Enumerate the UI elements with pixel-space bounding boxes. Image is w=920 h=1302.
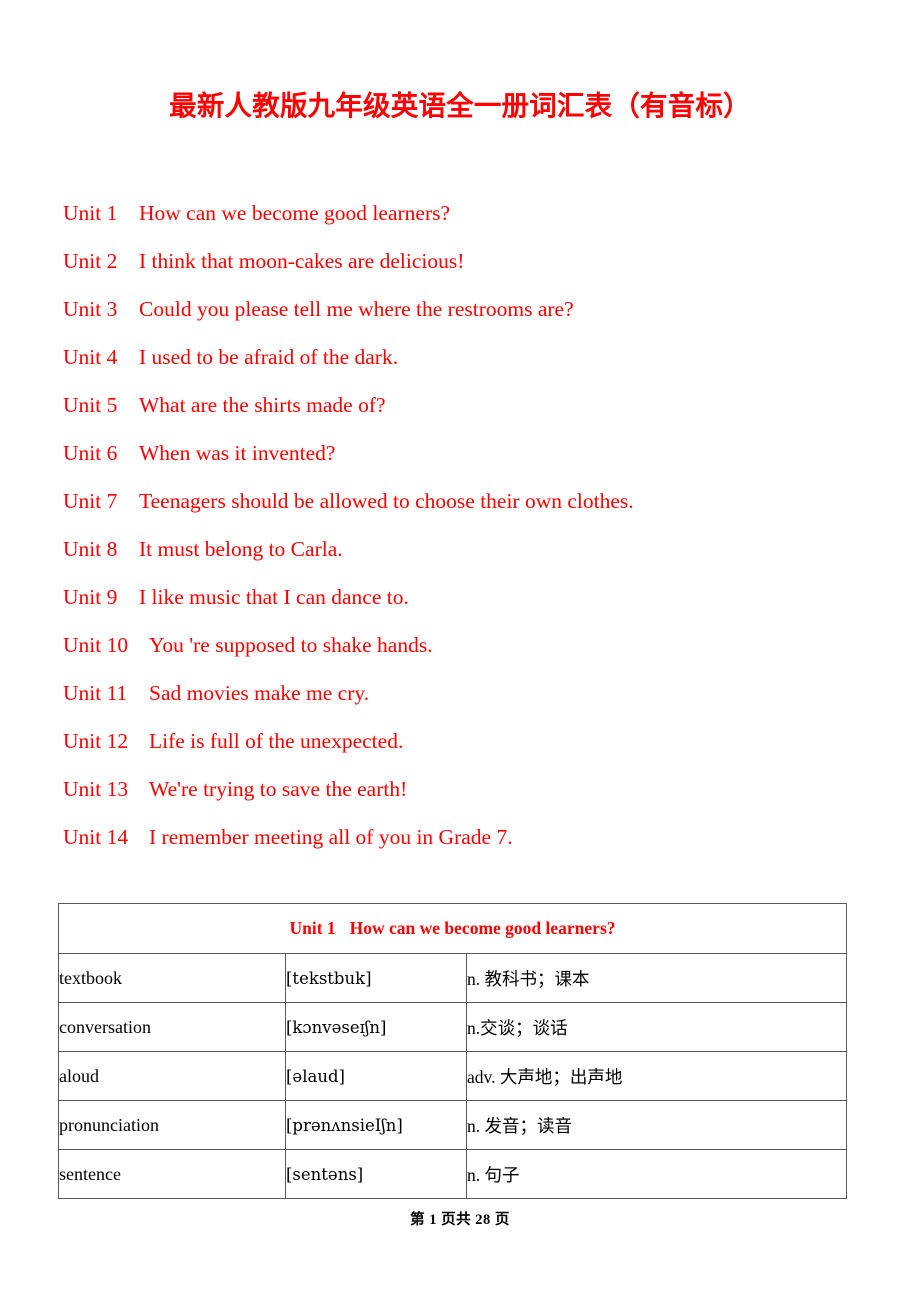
unit-label: Unit 9 <box>63 585 118 609</box>
unit-list-item: Unit 14 I remember meeting all of you in… <box>63 813 863 861</box>
unit-title: When was it invented? <box>139 441 336 465</box>
unit-label: Unit 3 <box>63 297 118 321</box>
table-header-cell: Unit 1 How can we become good learners? <box>58 903 847 954</box>
page-footer: 第 1 页共 28 页 <box>410 1212 510 1228</box>
definition-cell: n. 发音；读音 <box>466 1100 847 1150</box>
unit-title: Sad movies make me cry. <box>149 681 370 705</box>
vocabulary-table: Unit 1 How can we become good learners? t… <box>58 903 847 1199</box>
unit-list-item: Unit 6 When was it invented? <box>63 429 863 477</box>
unit-title: I used to be afraid of the dark. <box>139 345 399 369</box>
unit-label: Unit 1 <box>63 201 118 225</box>
unit-title: I think that moon-cakes are delicious! <box>139 249 465 273</box>
table-row: textbook [tekstbuk] n. 教科书；课本 <box>58 953 847 1003</box>
unit-list-item: Unit 5 What are the shirts made of? <box>63 381 863 429</box>
page-title: 最新人教版九年级英语全一册词汇表（有音标） <box>169 90 751 121</box>
phonetic-cell: [tekstbuk] <box>285 953 467 1003</box>
unit-list-item: Unit 9 I like music that I can dance to. <box>63 573 863 621</box>
word-cell: conversation <box>58 1002 286 1052</box>
unit-label: Unit 12 <box>63 729 129 753</box>
unit-label: Unit 7 <box>63 489 118 513</box>
unit-list-item: Unit 1 How can we become good learners? <box>63 189 863 237</box>
phonetic-cell: [sentəns] <box>285 1149 467 1199</box>
word-cell: aloud <box>58 1051 286 1101</box>
unit-list-item: Unit 11 Sad movies make me cry. <box>63 669 863 717</box>
unit-label: Unit 4 <box>63 345 118 369</box>
unit-list-item: Unit 8 It must belong to Carla. <box>63 525 863 573</box>
definition-cell: n. 教科书；课本 <box>466 953 847 1003</box>
unit-label: Unit 14 <box>63 825 129 849</box>
table-header-unit: Unit 1 <box>289 918 336 938</box>
phonetic-cell: [kɔnvəseɪʃn] <box>285 1002 467 1052</box>
definition-cell: n. 句子 <box>466 1149 847 1199</box>
phonetic-cell: [əlaud] <box>285 1051 467 1101</box>
unit-title: It must belong to Carla. <box>139 537 343 561</box>
word-cell: pronunciation <box>58 1100 286 1150</box>
unit-list-item: Unit 3 Could you please tell me where th… <box>63 285 863 333</box>
unit-label: Unit 2 <box>63 249 118 273</box>
unit-list-item: Unit 10 You 're supposed to shake hands. <box>63 621 863 669</box>
unit-label: Unit 6 <box>63 441 118 465</box>
unit-title: How can we become good learners? <box>139 201 451 225</box>
unit-label: Unit 8 <box>63 537 118 561</box>
unit-list-item: Unit 2 I think that moon-cakes are delic… <box>63 237 863 285</box>
table-header-row: Unit 1 How can we become good learners? <box>58 903 847 954</box>
unit-list-item: Unit 12 Life is full of the unexpected. <box>63 717 863 765</box>
unit-title: You 're supposed to shake hands. <box>149 633 433 657</box>
document-page: 最新人教版九年级英语全一册词汇表（有音标） Unit 1 How can we … <box>0 0 920 1302</box>
unit-title: What are the shirts made of? <box>139 393 386 417</box>
unit-title: I remember meeting all of you in Grade 7… <box>149 825 513 849</box>
unit-list: Unit 1 How can we become good learners? … <box>63 189 863 861</box>
unit-label: Unit 11 <box>63 681 128 705</box>
table-row: pronunciation [prənʌnsieIʃn] n. 发音；读音 <box>58 1100 847 1150</box>
unit-list-item: Unit 7 Teenagers should be allowed to ch… <box>63 477 863 525</box>
unit-title: Could you please tell me where the restr… <box>139 297 574 321</box>
word-cell: textbook <box>58 953 286 1003</box>
unit-list-item: Unit 13 We're trying to save the earth! <box>63 765 863 813</box>
table-header-title: How can we become good learners? <box>349 918 616 938</box>
phonetic-cell: [prənʌnsieIʃn] <box>285 1100 467 1150</box>
table-row: aloud [əlaud] adv. 大声地；出声地 <box>58 1051 847 1101</box>
table-row: sentence [sentəns] n. 句子 <box>58 1149 847 1199</box>
unit-label: Unit 5 <box>63 393 118 417</box>
unit-label: Unit 13 <box>63 777 129 801</box>
unit-title: Life is full of the unexpected. <box>149 729 404 753</box>
word-cell: sentence <box>58 1149 286 1199</box>
unit-title: We're trying to save the earth! <box>149 777 408 801</box>
unit-list-item: Unit 4 I used to be afraid of the dark. <box>63 333 863 381</box>
unit-title: I like music that I can dance to. <box>139 585 409 609</box>
definition-cell: n.交谈；谈话 <box>466 1002 847 1052</box>
unit-label: Unit 10 <box>63 633 129 657</box>
definition-cell: adv. 大声地；出声地 <box>466 1051 847 1101</box>
unit-title: Teenagers should be allowed to choose th… <box>139 489 634 513</box>
table-row: conversation [kɔnvəseɪʃn] n.交谈；谈话 <box>58 1002 847 1052</box>
